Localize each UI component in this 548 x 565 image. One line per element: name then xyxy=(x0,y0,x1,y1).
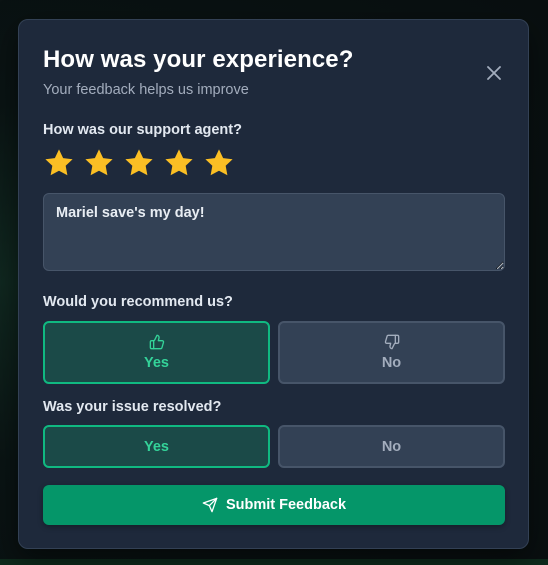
close-button[interactable] xyxy=(482,61,506,85)
star-rating xyxy=(43,147,235,181)
resolved-yes-label: Yes xyxy=(144,438,169,455)
recommend-question: Would you recommend us? xyxy=(43,294,233,310)
recommend-no-label: No xyxy=(381,355,402,371)
modal-subtitle: Your feedback helps us improve xyxy=(43,82,249,98)
resolved-no-button[interactable]: No xyxy=(278,425,505,468)
thumbs-down-icon xyxy=(384,334,399,350)
star-icon-5[interactable] xyxy=(203,147,235,179)
recommend-no-button[interactable]: No xyxy=(278,321,505,384)
submit-label: Submit Feedback xyxy=(225,497,347,513)
rating-question: How was our support agent? xyxy=(43,122,242,138)
resolved-yes-button[interactable]: Yes xyxy=(43,425,270,468)
star-icon-2[interactable] xyxy=(83,147,115,179)
thumbs-up-icon xyxy=(149,334,164,350)
star-icon-4[interactable] xyxy=(163,147,195,179)
feedback-modal: How was your experience? Your feedback h… xyxy=(18,19,529,549)
modal-title: How was your experience? xyxy=(43,46,354,73)
backdrop-strip xyxy=(0,559,548,565)
resolved-no-label: No xyxy=(381,438,402,455)
star-icon-1[interactable] xyxy=(43,147,75,179)
close-icon xyxy=(487,66,501,80)
recommend-yes-button[interactable]: Yes xyxy=(43,321,270,384)
submit-feedback-button[interactable]: Submit Feedback xyxy=(43,485,505,525)
send-icon xyxy=(202,497,218,513)
resolved-question: Was your issue resolved? xyxy=(43,399,222,415)
star-icon-3[interactable] xyxy=(123,147,155,179)
comment-textarea[interactable] xyxy=(43,193,505,271)
recommend-yes-label: Yes xyxy=(144,355,169,371)
